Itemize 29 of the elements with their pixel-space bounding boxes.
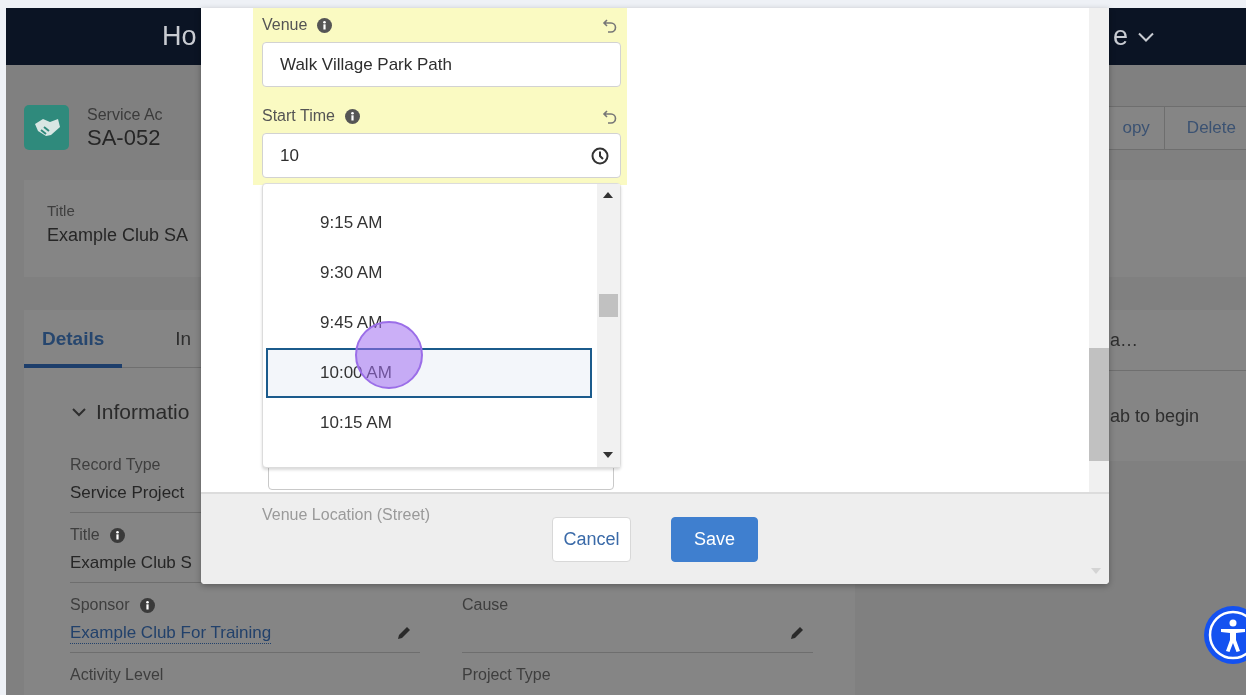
record-name: SA-052 — [87, 125, 162, 150]
field-label: Cause — [462, 596, 509, 614]
field-value: Example Club S — [70, 553, 192, 573]
field-label: Start Time — [262, 107, 335, 125]
field-label: Title — [47, 202, 76, 219]
tab[interactable]: a… — [1110, 329, 1138, 351]
empty-state-text: ab to begin — [1110, 405, 1200, 427]
input-field[interactable]: Walk Village Park Path — [262, 42, 621, 87]
field-label: Venue — [262, 16, 308, 34]
field-label: Activity Level — [70, 666, 164, 684]
time-option[interactable]: 10:15 AM — [266, 398, 592, 448]
section-title: Informatio — [96, 400, 190, 424]
field-value: Service Project — [70, 483, 185, 503]
time-option[interactable]: 9:30 AM — [266, 248, 592, 298]
field-label: Title — [70, 526, 100, 544]
field-label: Sponsor — [70, 596, 130, 614]
header-menu-label[interactable]: e — [1113, 21, 1129, 52]
header-title: Ho — [161, 21, 198, 52]
record-type-label: Service Ac — [87, 105, 163, 125]
cancel-button[interactable]: Cancel — [552, 516, 631, 562]
time-option[interactable]: 9:45 AM — [266, 298, 592, 348]
time-option[interactable]: 10:00 AM — [266, 348, 592, 398]
field-label: Project Type — [462, 666, 551, 684]
field-value: Example Club SA — [47, 225, 190, 246]
field-label: Venue Location (Street) — [262, 506, 431, 524]
field-label: Record Type — [70, 456, 161, 474]
time-option[interactable]: 9:15 AM — [266, 198, 592, 248]
save-button[interactable]: Save — [671, 516, 758, 562]
time-input-field[interactable]: 10 — [262, 133, 621, 178]
